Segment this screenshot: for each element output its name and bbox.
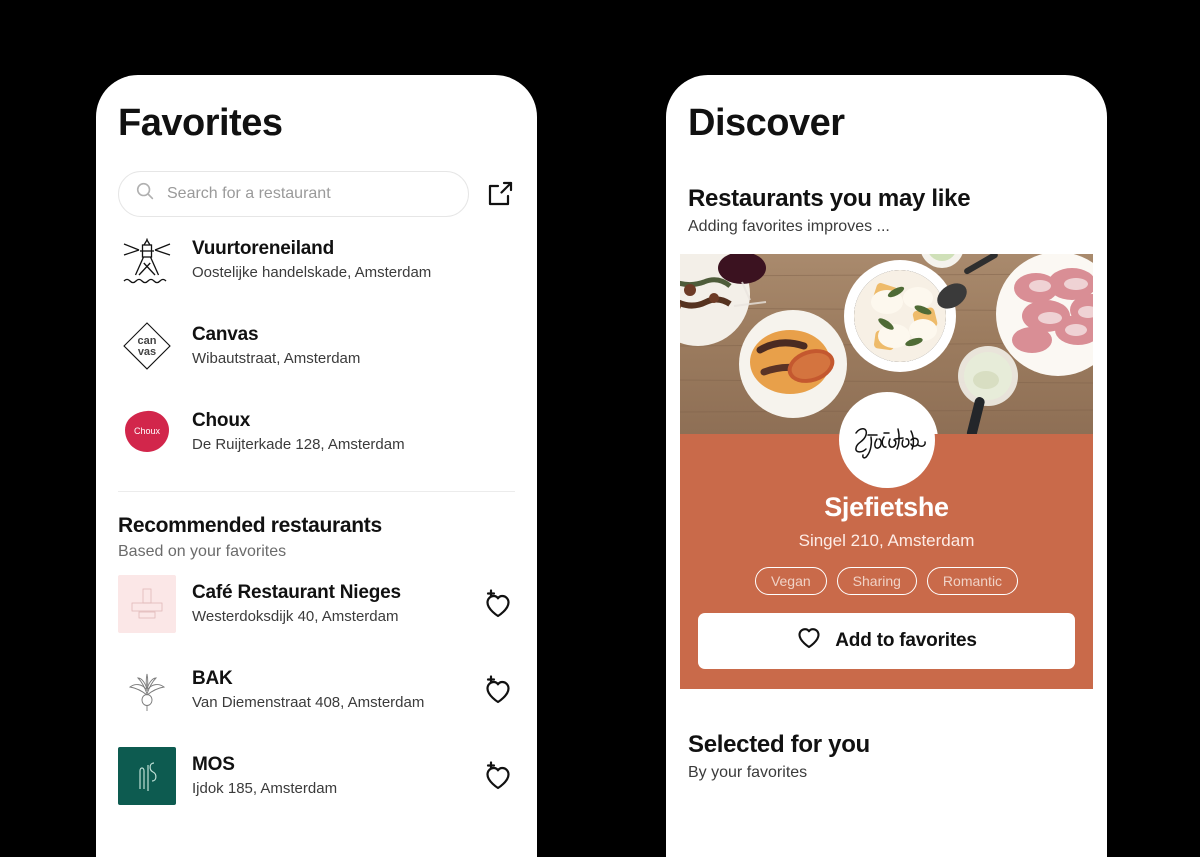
add-to-favorites-button[interactable]: Add to favorites xyxy=(698,612,1075,669)
list-item[interactable]: Choux Choux De Ruijterkade 128, Amsterda… xyxy=(118,389,515,475)
restaurant-address: Westerdoksdijk 40, Amsterdam xyxy=(192,607,399,625)
favorites-phone-panel: Favorites Search for a restaurant Vuurto… xyxy=(96,75,537,857)
discover-phone-panel: Discover Restaurants you may like Adding… xyxy=(666,75,1107,857)
list-item[interactable]: BAK Van Diemenstraat 408, Amsterdam xyxy=(118,647,515,733)
page-title-favorites: Favorites xyxy=(118,102,283,144)
list-item-text: Vuurtoreneiland Oostelijke handelskade, … xyxy=(192,237,515,282)
restaurant-name: BAK xyxy=(192,668,233,690)
list-item-text: Canvas Wibautstraat, Amsterdam xyxy=(192,323,515,368)
section-subtitle: Adding favorites improves ... xyxy=(688,217,890,235)
list-item-text: BAK Van Diemenstraat 408, Amsterdam xyxy=(192,667,465,712)
may-like-section-header: Restaurants you may like Adding favorite… xyxy=(666,145,1107,236)
page-title-discover: Discover xyxy=(688,102,845,144)
favorites-list: Vuurtoreneiland Oostelijke handelskade, … xyxy=(96,217,537,492)
screenshot-stage: Favorites Search for a restaurant Vuurto… xyxy=(0,0,1200,857)
external-link-icon[interactable] xyxy=(485,179,515,209)
list-item[interactable]: can vas Canvas Wibautstraat, Amsterdam xyxy=(118,303,515,389)
section-title: Restaurants you may like xyxy=(688,184,971,212)
tag-list: Vegan Sharing Romantic xyxy=(698,566,1075,595)
svg-text:vas: vas xyxy=(138,346,156,358)
section-title: Selected for you xyxy=(688,730,870,758)
featured-restaurant-name: Sjefietshe xyxy=(824,491,949,522)
restaurant-name: Café Restaurant Nieges xyxy=(192,582,401,604)
list-item[interactable]: Vuurtoreneiland Oostelijke handelskade, … xyxy=(118,217,515,303)
choux-red-blob-logo: Choux xyxy=(118,403,176,461)
lighthouse-line-logo xyxy=(118,231,176,289)
restaurant-address: Wibautstraat, Amsterdam xyxy=(192,349,361,367)
canvas-diamond-logo: can vas xyxy=(118,317,176,375)
featured-restaurant-address: Singel 210, Amsterdam xyxy=(798,530,975,550)
section-subtitle: By your favorites xyxy=(688,763,808,781)
selected-for-you-header: Selected for you By your favorites xyxy=(666,689,1107,782)
restaurant-address: Oostelijke handelskade, Amsterdam xyxy=(192,263,432,281)
list-item[interactable]: MOS Ijdok 185, Amsterdam xyxy=(118,733,515,819)
restaurant-name: Choux xyxy=(192,410,251,432)
list-item[interactable]: Café Restaurant Nieges Westerdoksdijk 40… xyxy=(118,561,515,647)
add-to-favorites-label: Add to favorites xyxy=(835,629,977,651)
nieges-pink-card-logo xyxy=(118,574,176,633)
restaurant-name: Vuurtoreneiland xyxy=(192,238,334,260)
tag-vegan[interactable]: Vegan xyxy=(754,566,827,595)
section-title: Recommended restaurants xyxy=(118,513,382,537)
restaurant-address: Ijdok 185, Amsterdam xyxy=(192,779,338,797)
featured-restaurant-card[interactable]: Sjefietshe Singel 210, Amsterdam Vegan S… xyxy=(680,253,1093,689)
mos-green-logo xyxy=(118,746,176,805)
tag-sharing[interactable]: Sharing xyxy=(836,566,917,595)
recommended-section-header: Recommended restaurants Based on your fa… xyxy=(96,492,537,561)
restaurant-name: Canvas xyxy=(192,324,259,346)
recommended-list: Café Restaurant Nieges Westerdoksdijk 40… xyxy=(96,561,537,819)
list-item-text: MOS Ijdok 185, Amsterdam xyxy=(192,753,465,798)
search-row: Search for a restaurant xyxy=(96,145,537,217)
list-item-text: Choux De Ruijterkade 128, Amsterdam xyxy=(192,409,515,454)
search-placeholder-text: Search for a restaurant xyxy=(167,184,331,202)
heart-plus-icon[interactable] xyxy=(481,673,515,707)
restaurant-address: Van Diemenstraat 408, Amsterdam xyxy=(192,693,425,711)
bak-beet-sketch-logo xyxy=(118,661,176,719)
search-input[interactable]: Search for a restaurant xyxy=(118,170,469,217)
tag-romantic[interactable]: Romantic xyxy=(926,566,1019,595)
list-item-text: Café Restaurant Nieges Westerdoksdijk 40… xyxy=(192,581,465,626)
heart-plus-icon[interactable] xyxy=(481,587,515,621)
heart-outline-icon xyxy=(796,625,822,656)
sjefietshe-script-logo xyxy=(838,391,935,488)
restaurant-name: MOS xyxy=(192,754,235,776)
restaurant-address: De Ruijterkade 128, Amsterdam xyxy=(192,435,405,453)
search-icon xyxy=(135,181,155,206)
svg-text:Choux: Choux xyxy=(134,426,161,436)
section-subtitle: Based on your favorites xyxy=(118,542,287,560)
heart-plus-icon[interactable] xyxy=(481,759,515,793)
